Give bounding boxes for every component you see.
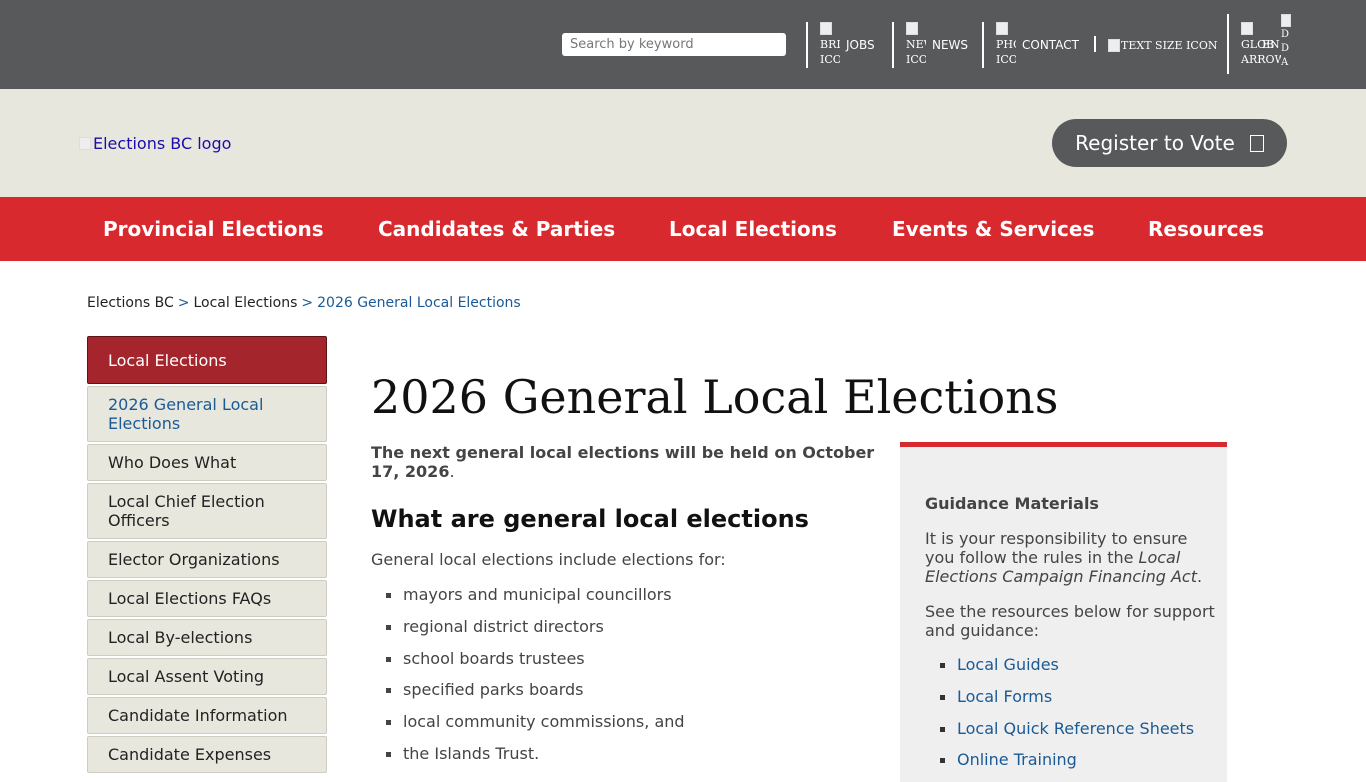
list-item: the Islands Trust.: [371, 744, 685, 776]
link-local-forms[interactable]: Local Forms: [957, 687, 1052, 706]
link-local-guides[interactable]: Local Guides: [957, 655, 1059, 674]
breadcrumb-local-elections[interactable]: Local Elections: [193, 295, 297, 311]
sidebar-item-who-does-what[interactable]: Who Does What: [87, 444, 327, 481]
contact-link[interactable]: PHO ICO CONTACT: [996, 22, 1079, 68]
list-item: Local Forms: [925, 687, 1194, 719]
list-item: mayors and municipal councillors: [371, 585, 685, 617]
breadcrumb-separator: >: [177, 295, 190, 311]
list-item: specified parks boards: [371, 680, 685, 712]
text-size-button[interactable]: TEXT SIZE ICON: [1108, 22, 1218, 68]
resource-links: Local Guides Local Forms Local Quick Ref…: [925, 655, 1194, 782]
register-label: Register to Vote: [1075, 131, 1235, 155]
sidebar-item-2026-general[interactable]: 2026 General Local Elections: [87, 386, 327, 442]
breadcrumb-home[interactable]: Elections BC: [87, 295, 174, 311]
site-logo[interactable]: Elections BC logo: [79, 134, 231, 153]
jobs-label: JOBS: [846, 38, 875, 52]
guidance-panel: Guidance Materials It is your responsibi…: [900, 442, 1227, 782]
sidebar-item-local-faqs[interactable]: Local Elections FAQs: [87, 580, 327, 617]
utility-divider: [806, 22, 808, 68]
lead-period: .: [449, 462, 455, 481]
language-code: EN: [1262, 37, 1280, 51]
newspaper-icon: NEW ICO: [906, 22, 926, 68]
panel-paragraph: It is your responsibility to ensure you …: [925, 529, 1215, 586]
search-input[interactable]: [562, 33, 780, 56]
nav-candidates-parties[interactable]: Candidates & Parties: [378, 197, 615, 261]
breadcrumb-separator: >: [301, 295, 314, 311]
panel-p1-end: .: [1197, 567, 1203, 586]
list-item: local community commissions, and: [371, 712, 685, 744]
intro-paragraph: General local elections include election…: [371, 550, 726, 569]
nav-provincial-elections[interactable]: Provincial Elections: [103, 197, 324, 261]
utility-divider: [1227, 14, 1229, 74]
briefcase-icon: BRI ICO: [820, 22, 840, 68]
dropdown-arrow-icon: D D A: [1281, 14, 1291, 72]
list-item: school boards trustees: [371, 649, 685, 681]
lead-paragraph: The next general local elections will be…: [371, 443, 881, 481]
link-quick-reference[interactable]: Local Quick Reference Sheets: [957, 719, 1194, 738]
sidebar-item-candidate-expenses[interactable]: Candidate Expenses: [87, 736, 327, 773]
news-link[interactable]: NEW ICO NEWS: [906, 22, 968, 68]
lead-text: The next general local elections will be…: [371, 443, 875, 481]
external-link-icon: [1249, 134, 1264, 152]
sidebar-item-elector-organizations[interactable]: Elector Organizations: [87, 541, 327, 578]
logo-alt-text: Elections BC logo: [93, 134, 232, 153]
utility-divider: [982, 22, 984, 68]
news-label: NEWS: [932, 38, 969, 52]
utility-divider: [892, 22, 894, 68]
list-item: regional district directors: [371, 617, 685, 649]
list-item: Online Training: [925, 750, 1194, 782]
panel-title: Guidance Materials: [925, 494, 1099, 513]
jobs-link[interactable]: BRI ICO JOBS: [820, 22, 875, 68]
election-types-list: mayors and municipal councillors regiona…: [371, 585, 685, 776]
phone-icon: PHO ICO: [996, 22, 1016, 68]
sidebar-item-local-ceo[interactable]: Local Chief Election Officers: [87, 483, 327, 539]
logo-image-icon: [79, 137, 91, 150]
breadcrumb-current: 2026 General Local Elections: [317, 295, 521, 311]
list-item: Local Guides: [925, 655, 1194, 687]
sidebar-item-local-by-elections[interactable]: Local By-elections: [87, 619, 327, 656]
nav-events-services[interactable]: Events & Services: [892, 197, 1094, 261]
breadcrumb: Elections BC > Local Elections >2026 Genera…: [87, 295, 521, 311]
utility-divider: [1094, 36, 1096, 52]
page-title: 2026 General Local Elections: [371, 370, 1059, 424]
list-item: Local Quick Reference Sheets: [925, 719, 1194, 751]
panel-paragraph-2: See the resources below for support and …: [925, 602, 1215, 640]
sidebar-item-candidate-information[interactable]: Candidate Information: [87, 697, 327, 734]
nav-resources[interactable]: Resources: [1148, 197, 1264, 261]
contact-label: CONTACT: [1022, 38, 1079, 52]
sidebar-nav: Local Elections 2026 General Local Elect…: [87, 336, 327, 773]
sidebar-heading[interactable]: Local Elections: [87, 336, 327, 384]
search-box[interactable]: [562, 33, 786, 56]
utility-bar: BRI ICO JOBS NEW ICO NEWS PHO ICO CONTAC…: [0, 0, 1366, 89]
link-online-training[interactable]: Online Training: [957, 750, 1077, 769]
text-size-icon: TEXT SIZE ICON: [1108, 38, 1218, 53]
sidebar-item-local-assent-voting[interactable]: Local Assent Voting: [87, 658, 327, 695]
register-to-vote-button[interactable]: Register to Vote: [1052, 119, 1287, 167]
main-nav: Provincial Elections Candidates & Partie…: [0, 197, 1366, 261]
section-heading: What are general local elections: [371, 505, 809, 533]
nav-local-elections[interactable]: Local Elections: [669, 197, 837, 261]
